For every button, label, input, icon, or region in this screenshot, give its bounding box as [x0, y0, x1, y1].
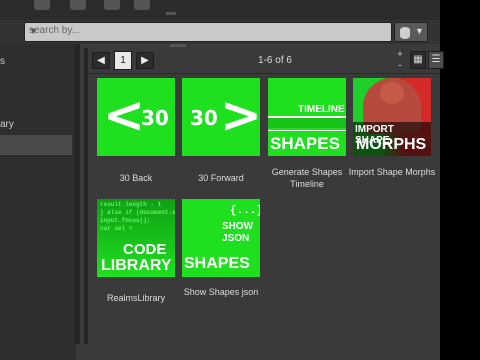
tab-icon[interactable]: [34, 0, 50, 10]
forward-arrow-icon: >: [220, 86, 260, 144]
next-page-button[interactable]: ▶: [136, 52, 154, 69]
tile-label: JSON: [222, 233, 250, 244]
tile-title: SHAPES: [184, 255, 250, 272]
list-icon: ☰: [431, 54, 441, 65]
tile-title: MORPHS: [356, 136, 427, 153]
tile-number: 30: [141, 106, 169, 130]
tile-caption[interactable]: Generate Shapes Timeline: [262, 166, 352, 190]
database-icon: [400, 27, 410, 39]
back-arrow-icon: <: [103, 86, 145, 144]
zoom-in-button[interactable]: +: [394, 49, 406, 59]
tile-subtitle: TIMELINE: [298, 104, 345, 115]
divider: [88, 73, 440, 74]
timeline-band: [268, 118, 346, 128]
tile-caption[interactable]: Show Shapes json: [176, 286, 266, 298]
settings-icon[interactable]: [104, 0, 120, 10]
tile-number: 30: [190, 106, 218, 130]
globe-icon[interactable]: [134, 0, 150, 10]
json-braces-icon: {...}: [230, 205, 260, 217]
chevron-down-icon: ▼: [415, 26, 424, 36]
prev-page-button[interactable]: ◀: [92, 52, 110, 69]
search-bar: search by... ▼ ▼: [0, 20, 440, 44]
tile-caption[interactable]: Import Shape Morphs: [347, 166, 437, 178]
tree-item[interactable]: s: [0, 56, 5, 67]
tile-30-back[interactable]: < 30: [97, 78, 175, 156]
database-button[interactable]: ▼: [394, 22, 428, 42]
figure-head: [380, 82, 404, 104]
tree-item-selected[interactable]: [0, 135, 72, 155]
page-number-field[interactable]: 1: [114, 51, 132, 70]
category-tree: [0, 44, 76, 360]
tile-import-shape-morphs[interactable]: IMPORT SHAPE MORPHS: [353, 78, 431, 156]
drag-handle-icon[interactable]: [166, 12, 176, 15]
tile-label: SHOW: [222, 221, 254, 232]
tile-caption[interactable]: 30 Forward: [176, 172, 266, 184]
chevron-down-icon[interactable]: ▼: [29, 26, 387, 36]
search-input[interactable]: search by... ▼: [24, 22, 392, 42]
tile-subtitle: CODE: [123, 241, 167, 258]
tile-caption[interactable]: 30 Back: [91, 172, 181, 184]
result-count: 1-6 of 6: [258, 55, 292, 66]
tile-generate-shapes-timeline[interactable]: TIMELINE SHAPES: [268, 78, 346, 156]
zoom-out-button[interactable]: -: [394, 60, 406, 70]
tile-show-shapes-json[interactable]: {...} SHOW JSON SHAPES: [182, 199, 260, 277]
list-view-button[interactable]: ☰: [428, 51, 444, 69]
tile-realms-library[interactable]: result.length - 1 } else if (document.se…: [97, 199, 175, 277]
tile-title: SHAPES: [270, 134, 340, 153]
grid-icon: ▦: [413, 54, 423, 65]
tile-30-forward[interactable]: 30 >: [182, 78, 260, 156]
tile-title: LIBRARY: [101, 257, 172, 274]
monitor-icon[interactable]: [70, 0, 86, 10]
tile-caption[interactable]: RealmsLibrary: [91, 292, 181, 304]
code-snippet: result.length - 1 } else if (document.se…: [100, 201, 175, 232]
title-bar: [0, 0, 440, 20]
tree-item[interactable]: ary: [0, 119, 14, 130]
grid-view-button[interactable]: ▦: [410, 51, 426, 69]
splitter-handle[interactable]: [170, 44, 186, 47]
timeline-line: [268, 130, 346, 131]
tree-scrollbar[interactable]: [74, 44, 80, 344]
asset-scrollbar[interactable]: [84, 48, 88, 344]
